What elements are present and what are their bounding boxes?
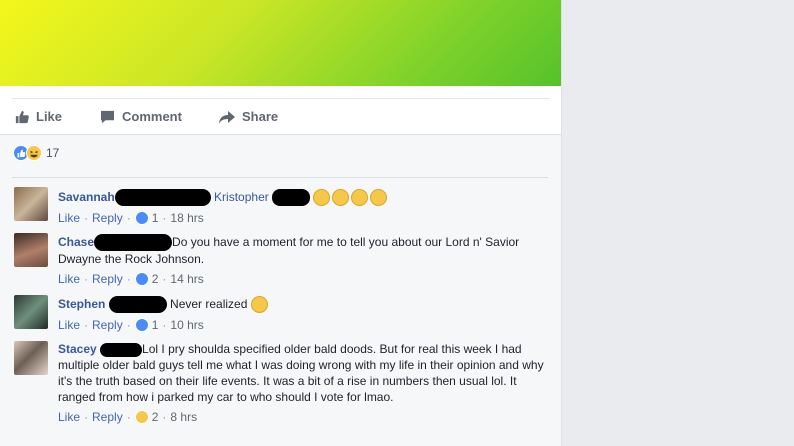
- laughing-emoji-icon: [370, 189, 388, 207]
- comment-like-link[interactable]: Like: [58, 210, 80, 226]
- thumbs-up-icon: [15, 110, 29, 123]
- comment-like-count[interactable]: 1: [152, 317, 159, 333]
- redacted-surname: [100, 342, 143, 357]
- avatar[interactable]: [14, 233, 48, 267]
- commenter-name[interactable]: Stephen: [58, 297, 105, 311]
- comment-timestamp[interactable]: 8 hrs: [170, 409, 197, 425]
- comment-button[interactable]: Comment: [100, 109, 182, 124]
- share-arrow-icon: [219, 110, 235, 124]
- like-label: Like: [36, 109, 63, 124]
- commenter-name[interactable]: Chase: [58, 235, 94, 249]
- like-reaction-icon: [134, 211, 149, 226]
- comment-meta: Like · Reply · 2 · 14 hrs: [58, 271, 204, 287]
- comment-body: Stephen Never realized Like · Reply · 1 · 1…: [58, 295, 548, 333]
- comment-timestamp[interactable]: 14 hrs: [170, 271, 203, 287]
- comment-like-link[interactable]: Like: [58, 317, 80, 333]
- comment-reply-link[interactable]: Reply: [92, 210, 123, 226]
- commenter-name[interactable]: Savannah: [58, 190, 115, 204]
- comment-body: Chase Do you have a moment for me to tell…: [58, 233, 548, 287]
- avatar[interactable]: [14, 341, 48, 375]
- speech-bubble-icon: [100, 110, 115, 123]
- comment-like-count[interactable]: 2: [152, 409, 159, 425]
- thinking-emoji-icon: [250, 296, 268, 314]
- laughing-emoji-icon: [332, 189, 350, 207]
- avatar[interactable]: [14, 295, 48, 329]
- post-card: Like Comment Share 17 Savannah Kristophe…: [0, 0, 562, 446]
- like-reaction-icon: [134, 318, 149, 333]
- commenter-name[interactable]: Stacey: [58, 342, 97, 356]
- comment-meta: Like · Reply · 2 · 8 hrs: [58, 409, 198, 425]
- laughing-emoji-icon: [351, 189, 369, 207]
- redacted-surname: [108, 296, 167, 314]
- post-action-bar: Like Comment Share: [12, 98, 550, 134]
- comment-like-count[interactable]: 1: [152, 210, 159, 226]
- comment-label: Comment: [122, 109, 182, 124]
- haha-reaction-icon: [134, 410, 149, 424]
- comment-timestamp[interactable]: 18 hrs: [170, 210, 203, 226]
- comment-like-link[interactable]: Like: [58, 271, 80, 287]
- post-background-image: [0, 0, 561, 86]
- avatar[interactable]: [14, 187, 48, 221]
- comment-text: Never realized: [170, 297, 248, 311]
- comments-section: 17 Savannah Kristopher Like · Reply · 1 · 1…: [0, 134, 561, 446]
- comment-reply-link[interactable]: Reply: [92, 409, 123, 425]
- haha-reaction-icon: [26, 145, 42, 161]
- reaction-count: 17: [46, 146, 60, 160]
- share-button[interactable]: Share: [219, 109, 278, 124]
- reaction-summary[interactable]: 17: [13, 145, 59, 161]
- comment-like-link[interactable]: Like: [58, 409, 80, 425]
- comment-like-count[interactable]: 2: [152, 271, 159, 287]
- share-label: Share: [242, 109, 279, 124]
- divider: [12, 177, 548, 178]
- comment-reply-link[interactable]: Reply: [92, 271, 123, 287]
- comment-meta: Like · Reply · 1 · 18 hrs: [58, 210, 204, 226]
- like-reaction-icon: [134, 272, 149, 287]
- comment-body: Savannah Kristopher Like · Reply · 1 · 18 h…: [58, 187, 548, 226]
- redacted-surname: [94, 234, 173, 252]
- laughing-emoji-icon: [313, 189, 331, 207]
- redacted-surname: [114, 189, 211, 207]
- comment-timestamp[interactable]: 10 hrs: [170, 317, 203, 333]
- like-button[interactable]: Like: [15, 109, 62, 124]
- redacted-tag-surname: [272, 189, 311, 207]
- comment-body: Stacey Lol I pry shoulda specified older…: [58, 341, 548, 425]
- comment-reply-link[interactable]: Reply: [92, 317, 123, 333]
- comment-meta: Like · Reply · 1 · 10 hrs: [58, 317, 204, 333]
- tagged-user[interactable]: Kristopher: [214, 190, 269, 204]
- right-gutter: [563, 0, 794, 446]
